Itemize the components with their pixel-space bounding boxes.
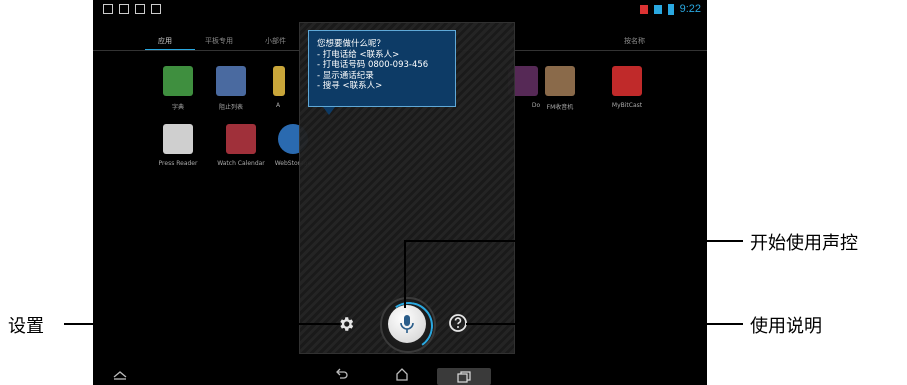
app-dictionary[interactable]: 字典 bbox=[148, 66, 208, 111]
tab-widgets[interactable]: 小部件 bbox=[265, 36, 286, 46]
hint-line: - 打电话给 <联系人> bbox=[317, 49, 400, 60]
app-partial[interactable]: A bbox=[263, 66, 293, 109]
device-screen: 9:22 应用 平板专用 小部件 按名称 字典 阻止列表 A Do FM收音机 … bbox=[93, 0, 707, 385]
app-press-reader[interactable]: Press Reader bbox=[148, 124, 208, 167]
callout-line-help bbox=[466, 323, 743, 325]
app-label: MyBitCast bbox=[611, 102, 643, 109]
calendar-icon bbox=[226, 124, 256, 154]
app-icon bbox=[273, 66, 285, 96]
callout-line-settings bbox=[64, 323, 340, 325]
callout-help: 使用说明 bbox=[750, 316, 822, 337]
hint-line: - 打电话号码 0800-093-456 bbox=[317, 60, 429, 70]
dictionary-icon bbox=[163, 66, 193, 96]
back-icon[interactable] bbox=[335, 368, 349, 380]
battery-icon bbox=[667, 3, 674, 15]
edit-icon bbox=[151, 4, 161, 14]
microphone-icon bbox=[400, 315, 414, 333]
tooltip-arrow bbox=[323, 107, 335, 115]
callout-line-start-voice bbox=[404, 240, 743, 242]
hint-line: - 显示通话纪录 bbox=[317, 70, 374, 81]
app-label: Watch Calendar bbox=[217, 160, 265, 167]
app-watch-calendar[interactable]: Watch Calendar bbox=[211, 124, 271, 167]
system-status: 9:22 bbox=[639, 3, 701, 15]
sort-dropdown[interactable]: 按名称 bbox=[624, 36, 645, 46]
mybitcast-icon bbox=[612, 66, 642, 96]
recent-apps-icon bbox=[457, 371, 471, 383]
app-label: A bbox=[275, 102, 281, 109]
notification-icon bbox=[119, 4, 129, 14]
press-reader-icon bbox=[163, 124, 193, 154]
home-icon[interactable] bbox=[395, 367, 409, 381]
collapse-icon[interactable] bbox=[113, 370, 127, 380]
tab-tablet[interactable]: 平板专用 bbox=[205, 36, 233, 46]
app-label: Press Reader bbox=[158, 160, 198, 167]
status-bar: 9:22 bbox=[93, 0, 707, 22]
callout-settings: 设置 bbox=[8, 316, 44, 337]
app-label: 阻止列表 bbox=[218, 104, 243, 111]
notification-icon bbox=[135, 4, 145, 14]
wifi-icon bbox=[653, 4, 662, 14]
voice-hint-tooltip: 您想要做什么呢？ - 打电话给 <联系人> - 打电话号码 0800-093-4… bbox=[308, 30, 456, 107]
hint-line: - 搜寻 <联系人> bbox=[317, 81, 383, 91]
gallery-icon bbox=[103, 4, 113, 14]
alert-icon bbox=[639, 4, 648, 14]
navigation-bar bbox=[93, 362, 707, 385]
clock: 9:22 bbox=[679, 3, 701, 15]
app-label: FM收音机 bbox=[546, 104, 574, 111]
block-list-icon bbox=[216, 66, 246, 96]
mic-button[interactable] bbox=[388, 305, 426, 343]
callout-start-voice: 开始使用声控 bbox=[750, 233, 858, 254]
hint-line: 您想要做什么呢？ bbox=[317, 39, 386, 49]
notification-icons bbox=[103, 4, 161, 14]
recent-apps-button[interactable] bbox=[437, 368, 491, 385]
app-mybitcast[interactable]: MyBitCast bbox=[597, 66, 657, 109]
app-block-list[interactable]: 阻止列表 bbox=[201, 66, 261, 111]
app-fm-radio[interactable]: FM收音机 bbox=[530, 66, 590, 111]
callout-line-start-voice bbox=[404, 240, 406, 308]
help-icon[interactable] bbox=[448, 313, 468, 333]
app-label: 字典 bbox=[171, 104, 184, 111]
tab-apps[interactable]: 应用 bbox=[158, 36, 172, 46]
radio-icon bbox=[545, 66, 575, 96]
